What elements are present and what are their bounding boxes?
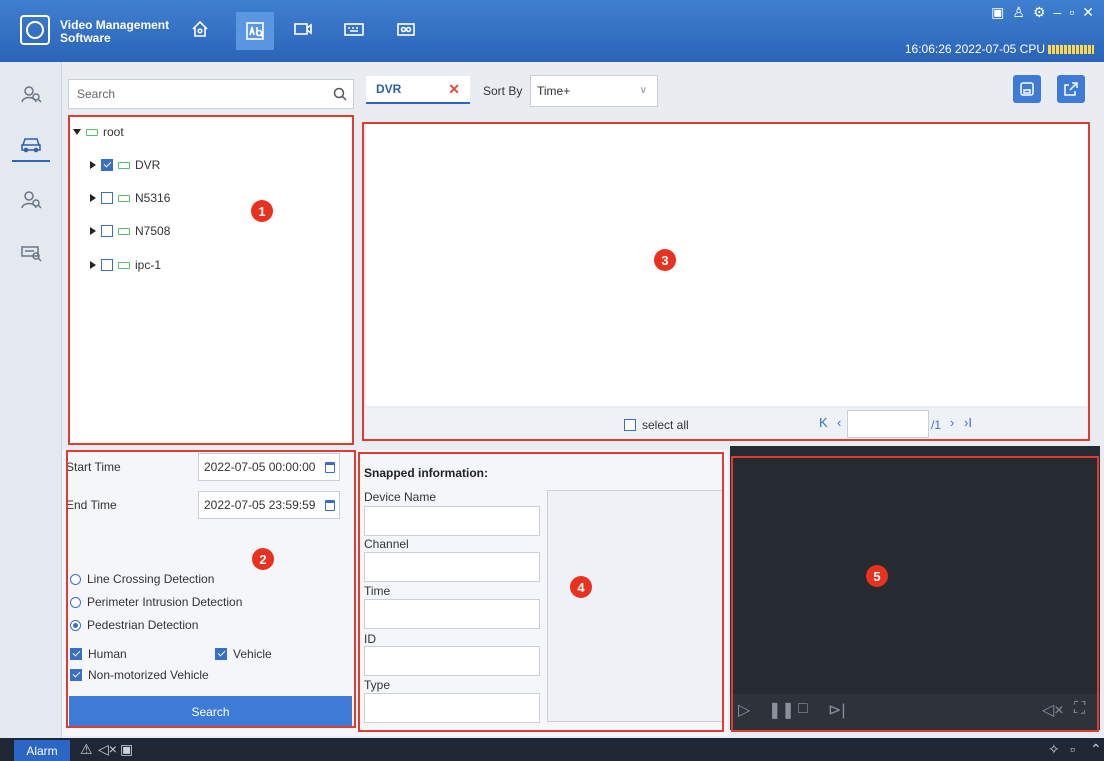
screen-icon[interactable]: ▣ — [120, 741, 133, 758]
pin-icon[interactable]: ✧ — [1048, 741, 1060, 758]
close-icon[interactable]: ✕ — [1082, 4, 1094, 21]
app-title-line2: Software — [60, 31, 111, 45]
monitor-icon[interactable]: ▣ — [991, 4, 1004, 21]
status-clock: 16:06:26 2022-07-05 CPU — [905, 42, 1094, 56]
mute-icon[interactable]: ◁× — [98, 741, 117, 758]
window-controls: ▣ ♙ ⚙ – ▫ ✕ — [991, 4, 1094, 21]
title-bar: Video Management Software ▣ ♙ ⚙ – ▫ ✕ 16… — [0, 0, 1104, 62]
annotation-marker-5: 5 — [866, 565, 888, 587]
device-search-input[interactable] — [69, 80, 353, 108]
collapse-icon[interactable]: ⌃ — [1090, 741, 1102, 758]
export-icon — [1064, 82, 1078, 96]
camera-icon[interactable] — [290, 16, 316, 42]
left-rail — [0, 62, 62, 738]
device-search-box — [68, 79, 354, 109]
status-bar — [0, 738, 1104, 761]
tab-dvr[interactable]: DVR ✕ — [366, 76, 470, 104]
face-search-icon[interactable] — [12, 76, 50, 112]
tab-close-icon[interactable]: ✕ — [448, 81, 460, 98]
annotation-box-1 — [68, 115, 354, 445]
restore-icon[interactable]: ▫ — [1070, 741, 1075, 757]
home-icon[interactable] — [187, 16, 213, 42]
annotation-marker-1: 1 — [251, 200, 273, 222]
annotation-box-5 — [731, 456, 1099, 732]
alarm-clear-icon[interactable]: ⚠ — [80, 741, 93, 758]
annotation-marker-3: 3 — [654, 249, 676, 271]
search-icon[interactable] — [333, 87, 347, 101]
annotation-box-2 — [66, 450, 356, 728]
record-icon[interactable] — [393, 16, 419, 42]
tab-label: DVR — [376, 82, 402, 96]
annotation-marker-2: 2 — [252, 548, 274, 570]
person-search-icon[interactable] — [12, 182, 50, 218]
vehicle-search-icon[interactable] — [12, 126, 50, 162]
alarm-button[interactable]: Alarm — [14, 740, 70, 761]
save-icon — [1020, 82, 1034, 96]
cpu-meter — [1048, 45, 1094, 55]
sort-value: Time+ — [537, 84, 571, 98]
app-logo — [20, 15, 50, 45]
keyboard-icon[interactable] — [341, 16, 367, 42]
datetime-text: 16:06:26 2022-07-05 — [904, 42, 1017, 56]
annotation-marker-4: 4 — [570, 576, 592, 598]
minimize-icon[interactable]: – — [1054, 4, 1062, 21]
chevron-down-icon: ∨ — [639, 85, 647, 96]
user-icon[interactable]: ♙ — [1012, 4, 1025, 21]
settings-icon[interactable]: ⚙ — [1033, 4, 1046, 21]
maximize-icon[interactable]: ▫ — [1069, 4, 1074, 21]
annotation-box-4 — [358, 452, 724, 732]
cpu-label: CPU — [1019, 42, 1045, 56]
annotation-box-3 — [362, 122, 1090, 441]
sort-select[interactable]: Time+ ∨ — [530, 75, 658, 107]
sort-by-label: Sort By — [483, 84, 523, 98]
save-button[interactable] — [1013, 75, 1041, 103]
ai-search-icon[interactable] — [236, 12, 274, 50]
plate-search-icon[interactable] — [12, 234, 50, 270]
export-button[interactable] — [1057, 75, 1085, 103]
app-title: Video Management Software — [60, 19, 169, 45]
